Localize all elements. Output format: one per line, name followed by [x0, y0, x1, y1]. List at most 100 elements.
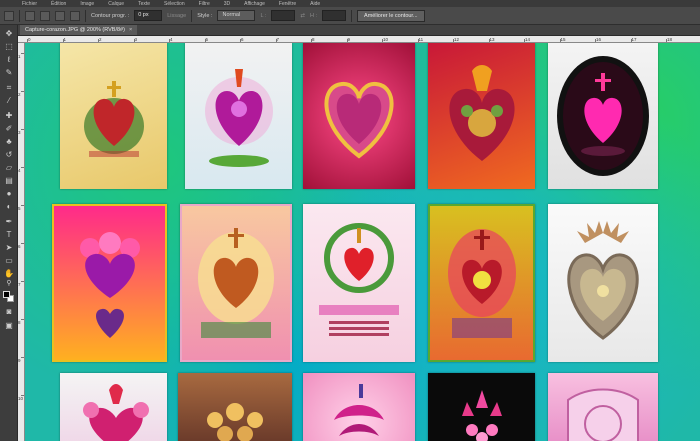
collage-image	[428, 373, 535, 441]
blur-tool-icon[interactable]: ●	[4, 189, 14, 199]
ruler-tick	[21, 91, 24, 92]
menu-edit[interactable]: Édition	[51, 1, 66, 7]
ruler-tick	[275, 39, 277, 42]
crop-tool-icon[interactable]: ⌗	[4, 83, 14, 93]
ruler-tick	[21, 395, 24, 396]
sacred-heart-illustration	[83, 81, 144, 157]
marquee-tool-icon[interactable]: ⬚	[4, 42, 14, 52]
antialias-checkbox-label[interactable]: Lissage	[167, 13, 186, 19]
ruler-tick	[417, 39, 419, 42]
ruler-tick	[559, 39, 561, 42]
ruler-tick-label: 13	[489, 37, 495, 42]
menu-filter[interactable]: Filtre	[199, 1, 210, 7]
ruler-tick-label: 5	[205, 37, 209, 42]
style-label: Style :	[197, 12, 213, 19]
menu-type[interactable]: Texte	[138, 1, 150, 7]
height-input[interactable]	[322, 10, 347, 21]
ruler-tick-label: 12	[454, 37, 460, 42]
menu-window[interactable]: Fenêtre	[279, 1, 296, 7]
options-bar: Contour progr. : 0 px Lissage Style : No…	[0, 7, 700, 25]
style-select[interactable]: Normal	[217, 10, 256, 21]
document-tab-title: Capture-corazon.JPG @ 200% (RVB/8#)	[25, 27, 125, 33]
lasso-tool-icon[interactable]: ℓ	[4, 55, 14, 65]
ruler-tick	[133, 39, 135, 42]
refine-edge-button[interactable]: Améliorer le contour...	[357, 9, 425, 22]
eyedropper-tool-icon[interactable]: ⁄	[4, 96, 14, 106]
menu-view[interactable]: Affichage	[244, 1, 265, 7]
collage-image	[60, 43, 167, 189]
zoom-tool-icon[interactable]: ⚲	[4, 279, 14, 289]
move-tool-icon[interactable]: ✥	[4, 29, 14, 39]
pen-tool-icon[interactable]: ✒	[4, 217, 14, 227]
collage-image	[548, 43, 658, 189]
new-selection-icon[interactable]	[25, 10, 35, 21]
ruler-tick	[21, 281, 24, 282]
separator	[85, 9, 86, 22]
width-input[interactable]	[271, 10, 296, 21]
foreground-color-swatch[interactable]	[3, 291, 10, 298]
marquee-preset-icon[interactable]	[4, 10, 14, 21]
separator	[191, 9, 193, 22]
quick-select-tool-icon[interactable]: ✎	[4, 68, 14, 78]
ruler-tick-label: 14	[525, 37, 531, 42]
sacred-heart-illustration	[324, 81, 394, 159]
path-select-tool-icon[interactable]: ➤	[4, 243, 14, 253]
ruler-tick	[98, 39, 99, 42]
subtract-selection-icon[interactable]	[55, 10, 65, 21]
sacred-heart-illustration	[461, 390, 502, 441]
ruler-tick-label: 15	[560, 37, 566, 42]
separator	[351, 9, 353, 22]
sacred-heart-illustration	[204, 69, 273, 167]
gradient-tool-icon[interactable]: ▤	[4, 176, 14, 186]
ruler-tick	[488, 39, 490, 42]
menu-select[interactable]: Sélection	[164, 1, 185, 7]
ruler-tick-label: 18	[667, 37, 673, 42]
screen-mode-icon[interactable]: ▣	[4, 321, 14, 331]
sacred-heart-illustration	[567, 388, 639, 441]
close-icon[interactable]: ×	[129, 27, 132, 33]
feather-input[interactable]: 0 px	[134, 10, 163, 21]
ruler-tick-label: 11	[418, 37, 424, 42]
menu-file[interactable]: Fichier	[22, 1, 37, 7]
ruler-tick-label: 5	[18, 206, 21, 211]
eraser-tool-icon[interactable]: ▱	[4, 163, 14, 173]
ruler-tick	[204, 39, 206, 42]
ruler-tick	[21, 53, 24, 54]
ruler-tick	[311, 39, 312, 42]
ruler-tick-label: 9	[347, 37, 351, 42]
menu-3d[interactable]: 3D	[224, 1, 230, 7]
collage-image	[303, 204, 415, 362]
ruler-tick	[453, 39, 454, 42]
ruler-tick	[27, 39, 28, 42]
collage-image	[428, 43, 535, 189]
separator	[19, 9, 20, 22]
ruler-tick-label: 2	[18, 92, 21, 97]
collage-image	[178, 373, 292, 441]
menu-bar: Fichier Édition Image Calque Texte Sélec…	[0, 0, 700, 7]
document-tab[interactable]: Capture-corazon.JPG @ 200% (RVB/8#) ×	[20, 25, 138, 35]
ruler-tick-label: 7	[18, 282, 21, 287]
stamp-tool-icon[interactable]: ♣	[4, 137, 14, 147]
ruler-tick	[21, 205, 24, 206]
healing-tool-icon[interactable]: ✚	[4, 111, 14, 121]
history-brush-tool-icon[interactable]: ↺	[4, 150, 14, 160]
menu-layer[interactable]: Calque	[108, 1, 124, 7]
add-selection-icon[interactable]	[40, 10, 50, 21]
menu-help[interactable]: Aide	[310, 1, 320, 7]
ruler-tick	[630, 39, 632, 42]
image-canvas[interactable]	[25, 43, 700, 441]
menu-image[interactable]: Image	[80, 1, 94, 7]
shape-tool-icon[interactable]: ▭	[4, 256, 14, 266]
quick-mask-icon[interactable]: ◙	[4, 307, 14, 317]
ruler-tick	[666, 39, 667, 42]
collage-image	[185, 43, 292, 189]
hand-tool-icon[interactable]: ✋	[4, 269, 14, 279]
dodge-tool-icon[interactable]: ◐	[4, 202, 14, 212]
sacred-heart-illustration	[447, 229, 516, 338]
swap-icon[interactable]: ⇄	[300, 13, 305, 19]
brush-tool-icon[interactable]: ✐	[4, 124, 14, 134]
intersect-selection-icon[interactable]	[70, 10, 80, 21]
vertical-ruler[interactable]: 1 2 3 4 5 6 7 8 9 10	[18, 43, 25, 441]
type-tool-icon[interactable]: T	[4, 230, 14, 240]
horizontal-ruler[interactable]: 012345678910111213141516171819	[18, 36, 700, 43]
